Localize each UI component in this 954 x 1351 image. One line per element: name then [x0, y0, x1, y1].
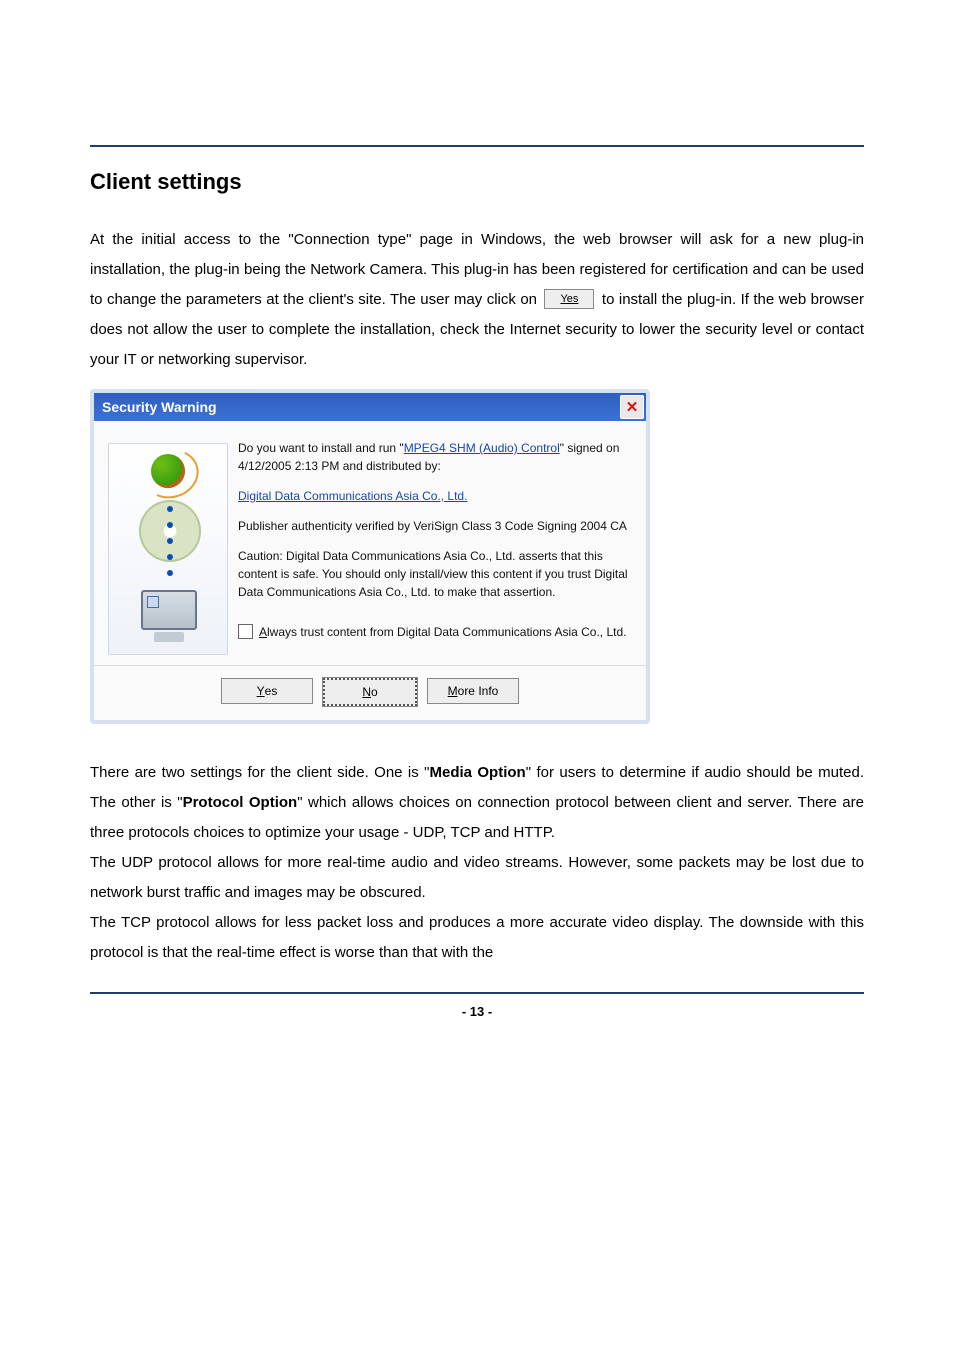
tcp-paragraph: The TCP protocol allows for less packet … — [90, 908, 864, 968]
dialog-line1a: Do you want to install and run " — [238, 441, 404, 455]
p2a: There are two settings for the client si… — [90, 764, 429, 781]
dialog-line1: Do you want to install and run "MPEG4 SH… — [238, 439, 632, 475]
more-info-button[interactable]: More Info — [427, 678, 519, 704]
heading: Client settings — [90, 169, 864, 195]
always-trust-accel: A — [259, 625, 267, 639]
always-trust-row[interactable]: Always trust content from Digital Data C… — [238, 623, 632, 641]
dialog-icon-column — [108, 439, 238, 655]
yes-button-inline-graphic: Yes — [544, 289, 594, 309]
more-accel: M — [448, 684, 458, 698]
dialog-line-caution: Caution: Digital Data Communications Asi… — [238, 547, 632, 601]
no-text: o — [371, 685, 378, 699]
yes-text: es — [265, 684, 278, 698]
media-option-strong: Media Option — [429, 764, 525, 781]
dialog-title-text: Security Warning — [102, 399, 217, 415]
dialog-button-row: Yes No More Info — [94, 665, 646, 720]
no-accel: N — [362, 685, 371, 699]
install-graphic-icon — [108, 443, 228, 655]
close-icon[interactable]: ✕ — [620, 395, 644, 419]
publisher-link[interactable]: Digital Data Communications Asia Co., Lt… — [238, 489, 467, 503]
intro-paragraph: At the initial access to the "Connection… — [90, 225, 864, 375]
dialog-line-authenticity: Publisher authenticity verified by VeriS… — [238, 517, 632, 535]
more-text: ore Info — [458, 684, 499, 698]
mpeg4-link[interactable]: MPEG4 SHM (Audio) Control — [404, 441, 560, 455]
udp-paragraph: The UDP protocol allows for more real-ti… — [90, 848, 864, 908]
dialog-text-column: Do you want to install and run "MPEG4 SH… — [238, 439, 632, 655]
yes-accel: Y — [257, 684, 265, 698]
checkbox-icon[interactable] — [238, 624, 253, 639]
always-trust-text: lways trust content from Digital Data Co… — [267, 625, 626, 639]
dialog-titlebar: Security Warning ✕ — [94, 393, 646, 421]
security-warning-dialog: Security Warning ✕ — [90, 389, 650, 724]
page-number: - 13 - — [90, 1004, 864, 1019]
top-rule — [90, 145, 864, 147]
yes-button[interactable]: Yes — [221, 678, 313, 704]
always-trust-label: Always trust content from Digital Data C… — [259, 623, 627, 641]
no-button[interactable]: No — [323, 678, 417, 706]
settings-paragraph: There are two settings for the client si… — [90, 758, 864, 848]
protocol-option-strong: Protocol Option — [183, 794, 298, 811]
bottom-rule — [90, 992, 864, 994]
